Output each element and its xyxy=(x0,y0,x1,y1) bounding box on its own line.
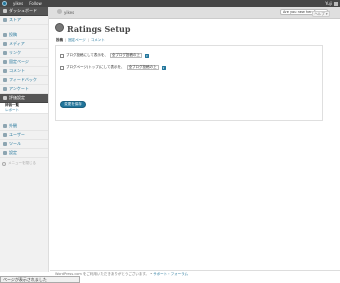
store-icon xyxy=(3,18,7,22)
sidebar-item-links[interactable]: リンク xyxy=(0,49,48,58)
site-header: yikes Are you new here? ▾ xyxy=(0,7,340,19)
sidebar-item-label: メディア xyxy=(9,41,25,46)
save-button[interactable]: 変更を保存 xyxy=(60,101,86,108)
chevron-down-icon[interactable]: ▾ xyxy=(144,53,149,58)
main-content: Ratings Setup 投稿 | 固定ページ | コメント ブログ投稿にして… xyxy=(55,19,330,269)
settings-panel: ブログ投稿にして表示を、 全ブログ投稿の上 ▾ ブログページ(トップ)にして表示… xyxy=(55,45,323,121)
ratings-page-icon xyxy=(55,23,64,32)
ratings-tabs: 投稿 | 固定ページ | コメント xyxy=(56,38,105,43)
appearance-icon xyxy=(3,124,7,128)
tab-posts[interactable]: 投稿 xyxy=(56,38,63,43)
ratings-submenu: 評価一覧 レポート xyxy=(0,103,48,114)
option-row-blog-posts: ブログ投稿にして表示を、 全ブログ投稿の上 ▾ xyxy=(60,52,149,59)
select-value: 全ブログ投稿の上 xyxy=(128,65,157,69)
collapse-menu-label: メニューを閉じる xyxy=(8,161,36,165)
admin-bar-right: Yuji xyxy=(325,1,338,6)
sidebar-item-tools[interactable]: ツール xyxy=(0,140,48,149)
users-icon xyxy=(3,133,7,137)
follow-button[interactable]: Follow xyxy=(29,1,42,6)
ratings-icon xyxy=(3,96,7,100)
sidebar-item-dashboard[interactable]: ダッシュボード xyxy=(0,7,48,16)
admin-sidebar: ダッシュボード ストア 投稿 メディア リンク 固定ページ コメント フィードバ… xyxy=(0,7,49,272)
blog-posts-checkbox[interactable] xyxy=(60,53,64,58)
footer-divider xyxy=(50,270,340,271)
sidebar-item-ratings[interactable]: 評価設定 xyxy=(0,94,48,103)
sidebar-item-label: 設定 xyxy=(9,150,17,155)
tab-separator: | xyxy=(87,38,89,42)
sidebar-item-label: 固定ページ xyxy=(9,59,29,64)
sidebar-item-feedback[interactable]: フィードバック xyxy=(0,76,48,85)
wordpress-logo-icon xyxy=(2,1,7,6)
sidebar-item-label: ダッシュボード xyxy=(9,8,37,13)
site-title-link[interactable]: yikes xyxy=(64,10,74,15)
sidebar-item-label: アンケート xyxy=(9,86,29,91)
sidebar-item-label: ツール xyxy=(9,141,21,146)
sidebar-item-label: 外観 xyxy=(9,123,17,128)
tools-icon xyxy=(3,142,7,146)
polls-icon xyxy=(3,87,7,91)
pages-icon xyxy=(3,60,7,64)
option-row-blog-front: ブログページ(トップ)にして表示を、 全ブログ投稿の上 ▾ xyxy=(60,64,166,71)
footer: WordPress.com をご利用いただきありがとうございます。 • サポート… xyxy=(55,272,340,276)
submenu-item-reports[interactable]: レポート xyxy=(0,108,48,113)
sidebar-item-polls[interactable]: アンケート xyxy=(0,85,48,94)
select-value: 全ブログ投稿の上 xyxy=(111,53,140,57)
support-forum-link[interactable]: サポート・フォーラム xyxy=(153,272,188,276)
links-icon xyxy=(3,51,7,55)
admin-screen: yikes Follow Yuji yikes Are you new here… xyxy=(0,0,340,283)
sidebar-item-label: 評価設定 xyxy=(9,95,25,100)
chevron-down-icon[interactable]: ▾ xyxy=(161,65,166,70)
admin-bar: yikes Follow Yuji xyxy=(0,0,340,7)
sidebar-item-pages[interactable]: 固定ページ xyxy=(0,58,48,67)
option-label: ブログ投稿にして表示を、 xyxy=(66,53,108,57)
comments-icon xyxy=(3,69,7,73)
tab-pages[interactable]: 固定ページ xyxy=(68,38,85,43)
site-icon xyxy=(57,9,62,14)
footer-separator: • xyxy=(150,272,153,276)
sidebar-item-label: フィードバック xyxy=(9,77,37,82)
sidebar-item-store[interactable]: ストア xyxy=(0,16,48,25)
sidebar-item-label: ストア xyxy=(9,17,21,22)
sidebar-item-media[interactable]: メディア xyxy=(0,40,48,49)
option-label: ブログページ(トップ)にして表示を、 xyxy=(66,65,125,69)
tab-comments[interactable]: コメント xyxy=(91,38,105,43)
position-select[interactable]: 全ブログ投稿の上 xyxy=(126,65,159,70)
wordpress-logo-menu[interactable] xyxy=(2,1,7,6)
avatar xyxy=(334,1,338,6)
my-blogs-menu[interactable]: yikes xyxy=(13,1,23,6)
collapse-menu-button[interactable]: メニューを閉じる xyxy=(2,160,48,167)
sidebar-item-label: コメント xyxy=(9,68,25,73)
blog-front-checkbox[interactable] xyxy=(60,65,64,70)
tab-separator: | xyxy=(65,38,67,42)
my-blogs-label: yikes xyxy=(13,1,24,6)
settings-icon xyxy=(3,151,7,155)
sidebar-item-label: リンク xyxy=(9,50,21,55)
status-text: ページが表示されました xyxy=(3,276,47,282)
favorite-actions-label: Are you new here? xyxy=(283,10,316,14)
follow-label: Follow xyxy=(29,1,42,6)
sidebar-item-comments[interactable]: コメント xyxy=(0,67,48,76)
page-title: Ratings Setup xyxy=(67,24,131,34)
user-menu[interactable]: Yuji xyxy=(325,1,338,6)
media-icon xyxy=(3,42,7,46)
sidebar-item-posts[interactable]: 投稿 xyxy=(0,31,48,40)
sidebar-item-label: 投稿 xyxy=(9,32,17,37)
sidebar-item-users[interactable]: ユーザー xyxy=(0,131,48,140)
posts-icon xyxy=(3,33,7,37)
browser-status-bar: ページが表示されました xyxy=(0,276,80,283)
sidebar-item-appearance[interactable]: 外観 xyxy=(0,122,48,131)
admin-bar-left: yikes Follow xyxy=(2,1,42,6)
user-name: Yuji xyxy=(325,1,332,6)
help-tab[interactable]: ヘルプ ▾ xyxy=(312,11,330,17)
position-select[interactable]: 全ブログ投稿の上 xyxy=(109,53,142,58)
sidebar-item-settings[interactable]: 設定 xyxy=(0,149,48,158)
collapse-icon xyxy=(2,161,6,166)
feedback-icon xyxy=(3,78,7,82)
dashboard-icon xyxy=(3,9,7,13)
sidebar-item-label: ユーザー xyxy=(9,132,25,137)
